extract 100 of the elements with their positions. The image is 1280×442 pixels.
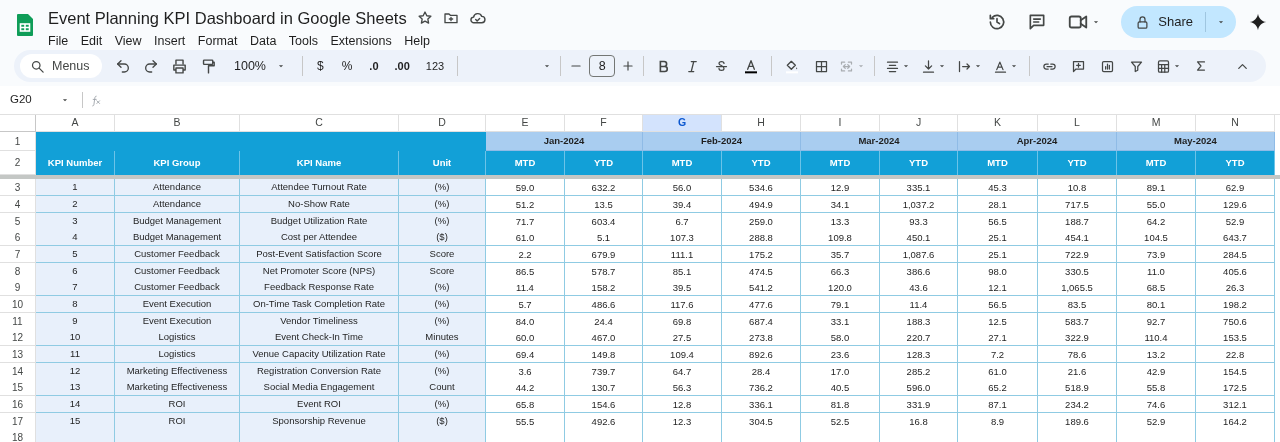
- value-cell: 39.5: [643, 279, 722, 297]
- menu-item[interactable]: View: [114, 31, 142, 51]
- menu-item[interactable]: Extensions: [330, 31, 392, 51]
- print-icon[interactable]: [171, 57, 188, 75]
- row-header[interactable]: 7: [0, 246, 36, 264]
- add-comment-icon[interactable]: [1071, 58, 1087, 74]
- menu-item[interactable]: File: [48, 31, 69, 51]
- name-box[interactable]: G20: [0, 91, 76, 109]
- month-header: Mar-2024: [801, 132, 958, 151]
- value-cell: 26.3: [1196, 279, 1275, 297]
- column-header[interactable]: I: [801, 115, 880, 132]
- row-header[interactable]: 4: [0, 196, 36, 214]
- column-header[interactable]: A: [36, 115, 115, 132]
- filter-icon[interactable]: [1129, 58, 1145, 74]
- value-cell: 273.8: [722, 329, 801, 347]
- column-header[interactable]: E: [486, 115, 565, 132]
- value-cell: 89.1: [1117, 179, 1196, 197]
- merge-cells-icon[interactable]: [839, 58, 855, 74]
- text-wrapping-icon[interactable]: [957, 58, 973, 74]
- star-icon[interactable]: [416, 10, 433, 27]
- value-cell: 107.3: [643, 229, 722, 247]
- menu-item[interactable]: Data: [249, 31, 277, 51]
- unit-cell: (%): [399, 179, 486, 197]
- column-header[interactable]: D: [399, 115, 486, 132]
- row-header[interactable]: 9: [0, 279, 36, 297]
- comment-icon[interactable]: [1027, 12, 1048, 32]
- row-header[interactable]: 18: [0, 429, 36, 442]
- column-heading: MTD: [801, 151, 880, 175]
- value-cell: 486.6: [565, 296, 643, 314]
- borders-icon[interactable]: [814, 58, 830, 74]
- row-header[interactable]: 3: [0, 179, 36, 197]
- row-header[interactable]: 6: [0, 229, 36, 247]
- column-header[interactable]: N: [1196, 115, 1275, 132]
- text-color-icon[interactable]: [743, 58, 760, 74]
- column-heading: MTD: [486, 151, 565, 175]
- menu-search-field[interactable]: Menus: [20, 54, 102, 78]
- column-header[interactable]: K: [958, 115, 1038, 132]
- value-cell: 45.3: [958, 179, 1038, 197]
- document-title[interactable]: Event Planning KPI Dashboard in Google Sheets: [48, 6, 407, 31]
- lock-icon[interactable]: [1135, 14, 1151, 30]
- kpi-group-cell: Logistics: [115, 346, 240, 364]
- value-cell: 336.1: [722, 396, 801, 414]
- value-cell: 467.0: [565, 329, 643, 347]
- row-header[interactable]: 2: [0, 151, 36, 175]
- sparkle-icon[interactable]: [1248, 12, 1268, 32]
- zoom-dropdown[interactable]: 100%: [226, 56, 294, 76]
- paint-format-icon[interactable]: [200, 57, 217, 75]
- column-header[interactable]: G: [643, 115, 722, 132]
- unit-cell: (%): [399, 279, 486, 297]
- unit-cell: Count: [399, 379, 486, 397]
- more-formats-button[interactable]: 123: [420, 57, 450, 75]
- menu-item[interactable]: Help: [404, 31, 430, 51]
- chart-icon[interactable]: [1100, 58, 1116, 74]
- menu-item[interactable]: Tools: [288, 31, 319, 51]
- row-header[interactable]: 13: [0, 346, 36, 364]
- increase-decimals-button[interactable]: .00: [389, 57, 415, 75]
- share-button[interactable]: Share: [1121, 6, 1236, 38]
- kpi-number-cell: 11: [36, 346, 115, 364]
- kpi-group-cell: Attendance: [115, 179, 240, 197]
- column-header[interactable]: J: [880, 115, 958, 132]
- menu-item[interactable]: Edit: [80, 31, 103, 51]
- vertical-align-icon[interactable]: [921, 58, 937, 74]
- value-cell: 55.8: [1117, 379, 1196, 397]
- plus-icon[interactable]: [621, 59, 636, 73]
- font-size-field[interactable]: 8: [589, 55, 616, 77]
- decrease-decimals-button[interactable]: .0: [364, 57, 384, 75]
- search-icon[interactable]: [30, 58, 45, 74]
- column-header[interactable]: C: [240, 115, 399, 132]
- value-cell: 679.9: [565, 246, 643, 264]
- undo-icon[interactable]: [115, 58, 131, 74]
- value-cell: 22.8: [1196, 346, 1275, 364]
- horizontal-align-icon[interactable]: [885, 58, 901, 74]
- row-header[interactable]: 15: [0, 379, 36, 397]
- column-header[interactable]: H: [722, 115, 801, 132]
- row-header[interactable]: 16: [0, 396, 36, 414]
- column-header[interactable]: F: [565, 115, 643, 132]
- row-header[interactable]: 1: [0, 132, 36, 151]
- value-cell: 62.9: [1196, 179, 1275, 197]
- value-cell: 25.1: [958, 246, 1038, 264]
- row-header[interactable]: 12: [0, 329, 36, 347]
- column-header[interactable]: L: [1038, 115, 1117, 132]
- fill-color-icon[interactable]: [784, 58, 801, 74]
- row-header[interactable]: 10: [0, 296, 36, 314]
- value-cell: 39.4: [643, 196, 722, 214]
- value-cell: 40.5: [801, 379, 880, 397]
- menu-item[interactable]: Insert: [154, 31, 186, 51]
- value-cell: 43.6: [880, 279, 958, 297]
- menu-item[interactable]: Format: [197, 31, 238, 51]
- column-header[interactable]: B: [115, 115, 240, 132]
- column-header[interactable]: M: [1117, 115, 1196, 132]
- value-cell: 312.1: [1196, 396, 1275, 414]
- kpi-group-cell: Customer Feedback: [115, 246, 240, 264]
- currency-format-button[interactable]: $: [311, 57, 330, 75]
- percent-format-button[interactable]: %: [335, 57, 359, 75]
- value-cell: 12.8: [643, 396, 722, 414]
- calculator-icon[interactable]: [1156, 58, 1172, 74]
- redo-icon[interactable]: [143, 58, 159, 74]
- value-cell: 220.7: [880, 329, 958, 347]
- column-heading: YTD: [1038, 151, 1117, 175]
- strikethrough-icon[interactable]: [714, 58, 730, 74]
